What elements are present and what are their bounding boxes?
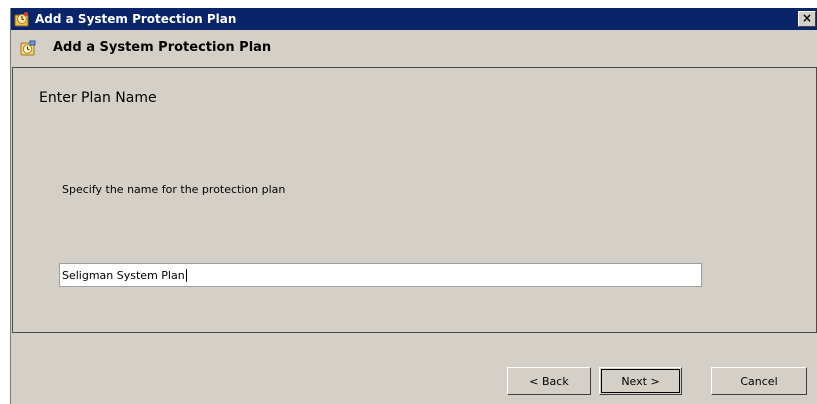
wizard-window: Add a System Protection Plan × Add a Sys… [10, 8, 817, 404]
step-panel: Enter Plan Name Specify the name for the… [12, 67, 817, 333]
title-bar[interactable]: Add a System Protection Plan × [11, 8, 817, 30]
window-title: Add a System Protection Plan [35, 12, 237, 26]
text-caret [185, 268, 187, 282]
name-prompt-label: Specify the name for the protection plan [62, 183, 286, 196]
plan-name-value: Seligman System Plan [62, 268, 185, 282]
wizard-app-icon [14, 11, 30, 27]
back-button[interactable]: < Back [507, 367, 591, 395]
cancel-button[interactable]: Cancel [711, 367, 807, 395]
plan-name-input[interactable]: Seligman System Plan [59, 263, 702, 287]
wizard-header: Add a System Protection Plan [11, 30, 817, 66]
protection-plan-icon [20, 40, 36, 56]
step-title: Enter Plan Name [39, 90, 157, 106]
header-title: Add a System Protection Plan [53, 40, 272, 55]
close-button[interactable]: × [798, 11, 816, 27]
next-button[interactable]: Next > [599, 367, 682, 395]
